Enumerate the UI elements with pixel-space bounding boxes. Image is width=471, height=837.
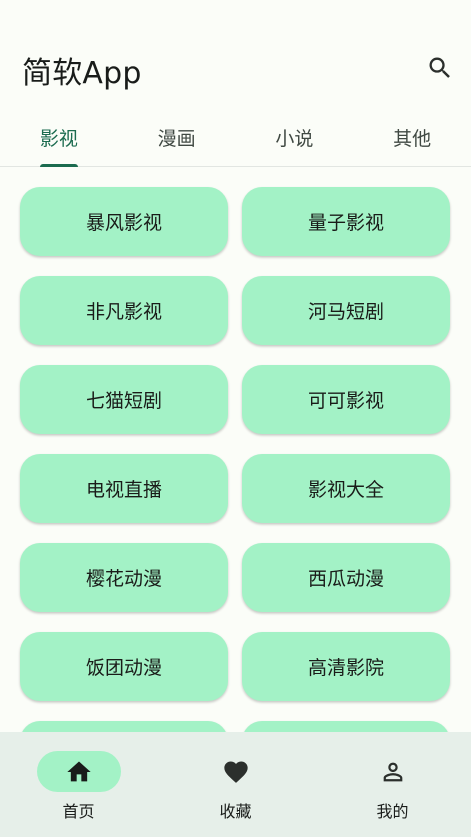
bottom-navigation: 首页 收藏 我的 [0, 732, 471, 837]
source-card[interactable]: 可可影视 [242, 365, 450, 434]
source-card[interactable]: 影视大全 [242, 454, 450, 523]
source-grid: 暴风影视 量子影视 非凡影视 河马短剧 七猫短剧 可可影视 电视直播 影视大全 … [20, 187, 451, 790]
source-label: 暴风影视 [85, 212, 162, 234]
source-label: 河马短剧 [307, 301, 384, 323]
heart-icon [223, 761, 248, 783]
source-card[interactable]: 暴风影视 [20, 187, 228, 256]
source-card[interactable]: 西瓜动漫 [242, 543, 450, 612]
top-app-bar: 简软App [0, 0, 471, 110]
source-label: 影视大全 [307, 479, 384, 501]
source-label: 高清影院 [307, 657, 384, 679]
nav-label: 首页 [62, 802, 95, 821]
source-card[interactable]: 河马短剧 [242, 276, 450, 345]
tab-novels[interactable]: 小说 [236, 110, 354, 166]
source-label: 可可影视 [307, 390, 384, 412]
source-label: 饭团动漫 [85, 657, 162, 679]
source-card[interactable]: 非凡影视 [20, 276, 228, 345]
nav-label: 我的 [376, 802, 409, 821]
source-card[interactable]: 七猫短剧 [20, 365, 228, 434]
nav-label: 收藏 [219, 802, 252, 821]
app-title: 简软App [22, 56, 142, 91]
source-card[interactable]: 高清影院 [242, 632, 450, 701]
search-icon [429, 57, 450, 78]
source-card[interactable]: 电视直播 [20, 454, 228, 523]
source-label: 量子影视 [307, 212, 384, 234]
source-label: 非凡影视 [85, 301, 162, 323]
source-card[interactable]: 樱花动漫 [20, 543, 228, 612]
source-label: 七猫短剧 [85, 390, 162, 412]
nav-favorites[interactable]: 收藏 [157, 732, 314, 837]
tab-comics[interactable]: 漫画 [118, 110, 236, 166]
search-button[interactable] [420, 48, 460, 88]
tab-label: 其他 [393, 128, 432, 150]
nav-profile[interactable]: 我的 [314, 732, 471, 837]
source-label: 樱花动漫 [85, 568, 162, 590]
tab-other[interactable]: 其他 [353, 110, 471, 166]
source-card[interactable]: 饭团动漫 [20, 632, 228, 701]
nav-active-indicator [36, 751, 121, 792]
tab-label: 小说 [275, 128, 314, 150]
home-icon [66, 761, 91, 781]
source-card[interactable]: 量子影视 [242, 187, 450, 256]
tab-movies[interactable]: 影视 [0, 110, 118, 167]
source-label: 电视直播 [85, 479, 162, 501]
source-label: 西瓜动漫 [307, 568, 384, 590]
active-tab-indicator [39, 164, 78, 167]
tab-label: 影视 [39, 128, 78, 150]
person-icon [383, 762, 402, 781]
tab-label: 漫画 [157, 128, 196, 150]
nav-home[interactable]: 首页 [0, 732, 157, 837]
category-tabs: 影视 漫画 小说 其他 [0, 110, 471, 167]
